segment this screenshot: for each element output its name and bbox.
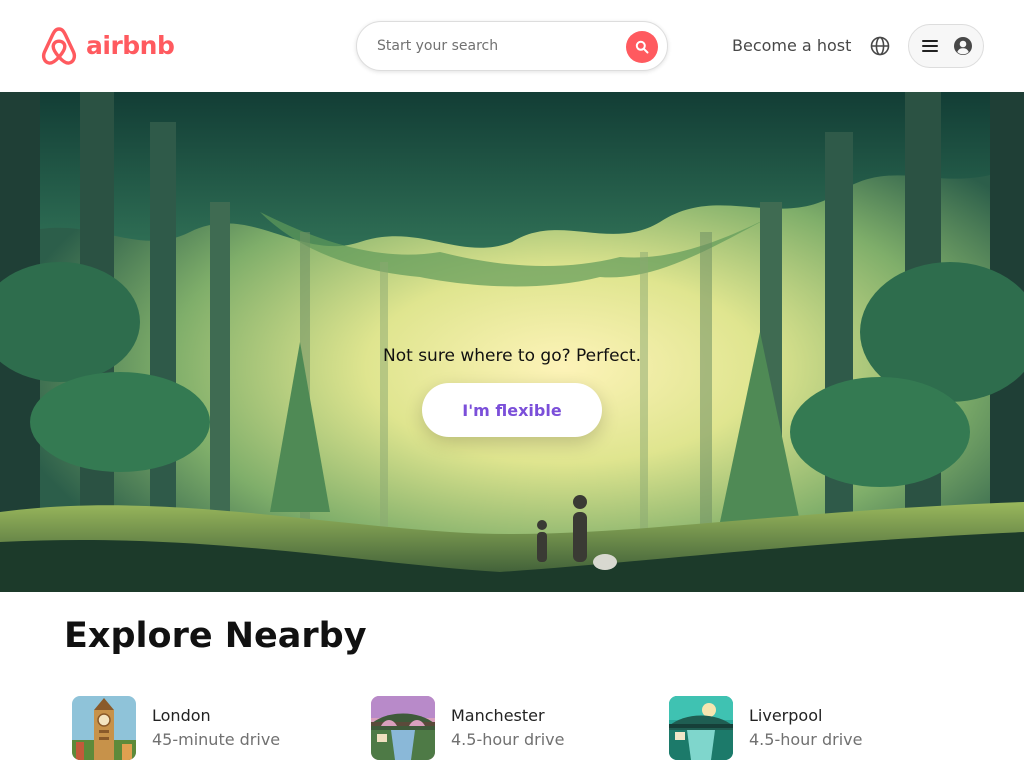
manchester-thumbnail: [371, 696, 435, 760]
airbnb-logo-icon: [41, 27, 77, 65]
hero-tagline: Not sure where to go? Perfect.: [383, 346, 641, 366]
brand-name: airbnb: [86, 31, 175, 60]
search-button[interactable]: [626, 31, 658, 63]
search-input[interactable]: [377, 31, 607, 61]
become-a-host-link[interactable]: Become a host: [732, 34, 851, 58]
nearby-drive-time: 4.5-hour drive: [749, 730, 863, 749]
liverpool-thumbnail: [669, 696, 733, 760]
airbnb-logo[interactable]: airbnb: [40, 26, 175, 66]
im-flexible-label: I'm flexible: [462, 400, 562, 420]
nearby-city-name: Liverpool: [749, 706, 823, 725]
london-thumbnail: [72, 696, 136, 760]
nearby-item-london[interactable]: London 45-minute drive: [72, 696, 280, 760]
explore-nearby-heading: Explore Nearby: [64, 616, 367, 656]
hero-banner: Not sure where to go? Perfect. I'm flexi…: [0, 92, 1024, 592]
globe-icon: [870, 36, 890, 56]
user-avatar-icon: [954, 37, 972, 55]
profile-menu-button[interactable]: [908, 24, 984, 68]
search-icon: [635, 40, 649, 54]
nearby-item-manchester[interactable]: Manchester 4.5-hour drive: [371, 696, 564, 760]
nearby-drive-time: 45-minute drive: [152, 730, 281, 749]
nearby-city-name: Manchester: [451, 706, 545, 725]
nearby-item-liverpool[interactable]: Liverpool 4.5-hour drive: [669, 696, 862, 760]
forest-illustration: [0, 92, 1024, 592]
im-flexible-button[interactable]: I'm flexible: [422, 383, 602, 437]
language-button[interactable]: [868, 34, 892, 58]
nearby-drive-time: 4.5-hour drive: [451, 730, 565, 749]
top-navigation-bar: airbnb Become a host: [0, 0, 1024, 92]
hamburger-menu-icon: [922, 40, 938, 52]
nearby-city-name: London: [152, 706, 211, 725]
search-bar[interactable]: [356, 21, 668, 71]
